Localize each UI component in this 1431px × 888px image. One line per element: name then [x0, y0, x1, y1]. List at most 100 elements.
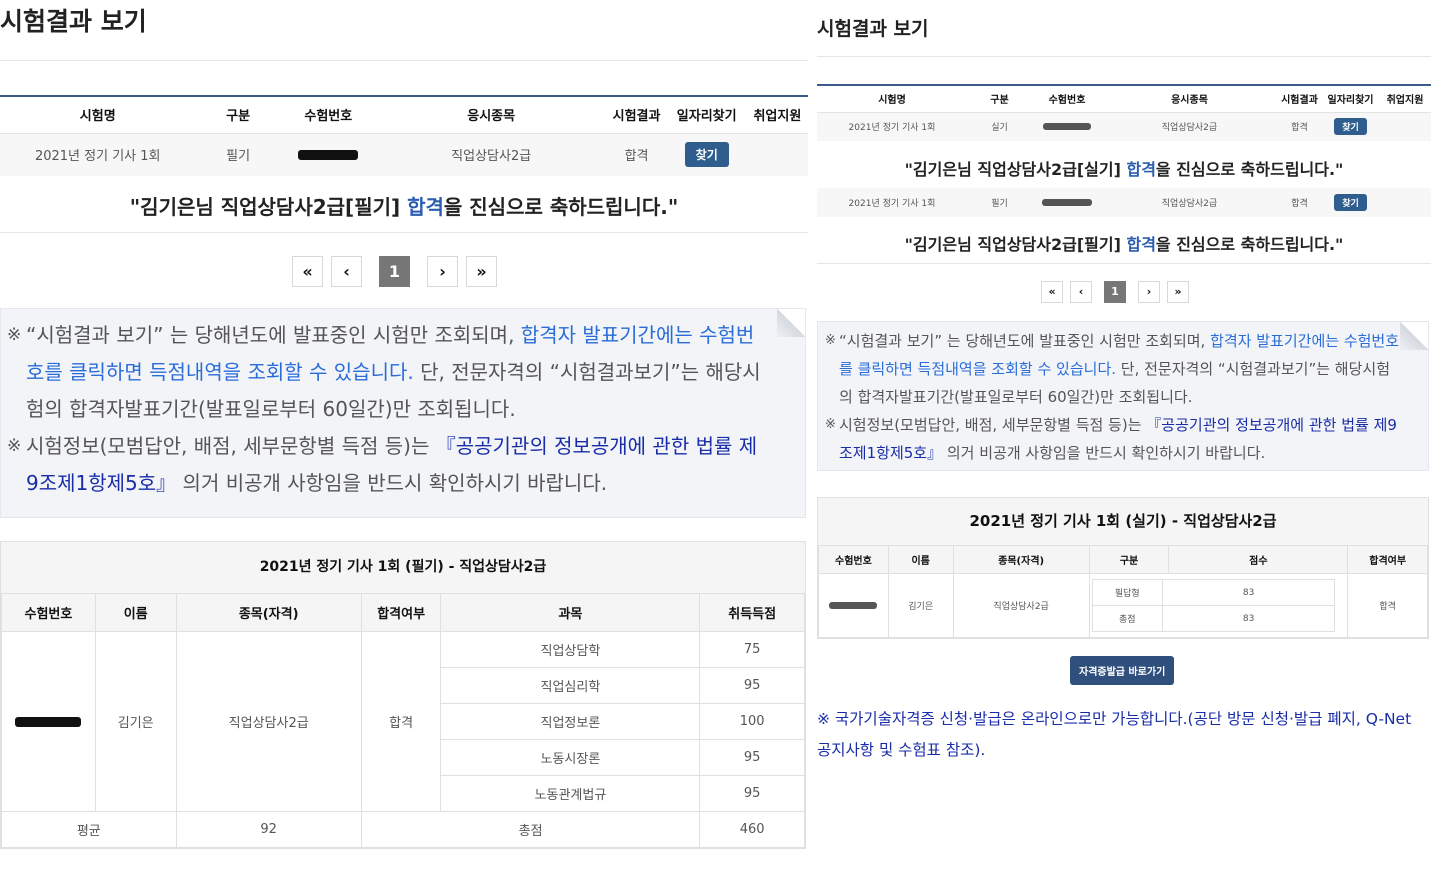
notice-item: ※ 시험정보(모범답안, 배점, 세부문항별 득점 등)는 『공공기관의 정보공개…: [825, 416, 1397, 462]
find-job-button[interactable]: 찾기: [1334, 194, 1367, 211]
header-exam-number: 수험번호: [1032, 85, 1102, 113]
score-table: 수험번호 이름 종목(자격) 합격여부 과목 취득득점 김기은 직업상담사2급 …: [1, 593, 805, 848]
congrats-message: "김기은님 직업상담사2급[필기] 합격을 진심으로 축하드립니다.": [904, 235, 1344, 254]
score-table: 수험번호 이름 종목(자격) 구분 점수 합격여부 김기은 직업상담사2급 필답…: [818, 545, 1428, 638]
exam-result: 합격: [606, 133, 667, 176]
exam-number-link[interactable]: [1032, 188, 1102, 217]
header-job-support: 취업지원: [1379, 85, 1431, 113]
course-name: 직업심리학: [440, 667, 701, 704]
notice-item: ※ “시험결과 보기” 는 당해년도에 발표중인 시험만 조회되며, 합격자 발표…: [825, 332, 1400, 406]
qualification: 직업상담사2급: [952, 573, 1090, 638]
exam-result: 합격: [1277, 112, 1322, 141]
score-type: 총점: [1091, 605, 1163, 632]
average-label: 평균: [1, 811, 177, 848]
header-subject: 응시종목: [375, 96, 607, 134]
next-page-button[interactable]: ›: [427, 256, 458, 287]
page-fold-icon: [1400, 322, 1428, 350]
header-pass: 합격여부: [360, 593, 442, 632]
course-score: 95: [699, 775, 805, 812]
prev-page-button[interactable]: ‹: [1070, 281, 1092, 303]
header-result: 시험결과: [606, 96, 667, 134]
header-type: 구분: [195, 96, 281, 134]
header-course: 과목: [440, 593, 701, 632]
header-qualification: 종목(자격): [952, 545, 1090, 574]
header-exam-name: 시험명: [0, 96, 196, 134]
course-name: 직업상담학: [440, 631, 701, 668]
header-type: 구분: [967, 85, 1032, 113]
header-exam-number: 수험번호: [1, 593, 96, 632]
pagination: « ‹ 1 › »: [292, 256, 505, 287]
candidate-name: 김기은: [887, 573, 954, 638]
course-score: 75: [699, 631, 805, 668]
page-title: 시험결과 보기: [817, 18, 929, 40]
exam-result-table: 시험명 구분 수험번호 응시종목 시험결과 일자리찾기 취업지원 2021년 정…: [0, 95, 808, 176]
header-exam-name: 시험명: [817, 85, 967, 113]
redacted-number: [298, 149, 359, 160]
score-heading: 2021년 정기 기사 1회 (실기) - 직업상담사2급: [818, 498, 1428, 545]
notice-item: ※ 시험정보(모범답안, 배점, 세부문항별 득점 등)는 『공공기관의 정보공개…: [7, 434, 758, 495]
header-name: 이름: [887, 545, 954, 574]
divider: [0, 60, 808, 61]
exam-number: [1, 631, 96, 812]
header-score: 점수: [1168, 545, 1349, 574]
course-name: 노동시장론: [440, 739, 701, 776]
header-job-support: 취업지원: [746, 96, 808, 134]
header-exam-number: 수험번호: [818, 545, 889, 574]
header-score: 취득득점: [699, 593, 805, 632]
exam-result-table: 2021년 정기 기사 1회 필기 직업상담사2급 합격 찾기: [817, 188, 1431, 217]
first-page-button[interactable]: «: [1041, 281, 1063, 303]
divider: [817, 263, 1431, 264]
divider: [0, 232, 808, 233]
table-row: 2021년 정기 기사 1회 필기 직업상담사2급 합격 찾기: [0, 133, 808, 176]
qnet-notice: ※ 국가기술자격증 신청·발급은 온라인으로만 가능합니다.(공단 방문 신청·…: [817, 710, 1412, 759]
score-value: 83: [1161, 579, 1336, 606]
exam-name: 2021년 정기 기사 1회: [817, 112, 967, 141]
score-breakdown: 필답형 83 총점 83: [1091, 579, 1336, 632]
congrats-message: "김기은님 직업상담사2급[필기] 합격을 진심으로 축하드립니다.": [129, 195, 679, 219]
exam-number: [818, 573, 889, 638]
exam-subject: 직업상담사2급: [375, 133, 607, 176]
header-name: 이름: [94, 593, 177, 632]
course-name: 직업정보론: [440, 703, 701, 740]
exam-subject: 직업상담사2급: [1102, 188, 1277, 217]
redacted-number: [15, 716, 82, 727]
exam-result-table: 시험명 구분 수험번호 응시종목 시험결과 일자리찾기 취업지원 2021년 정…: [817, 84, 1431, 141]
table-row: 2021년 정기 기사 1회 필기 직업상담사2급 합격 찾기: [817, 188, 1431, 217]
last-page-button[interactable]: »: [1167, 281, 1189, 303]
header-job-search: 일자리찾기: [1322, 85, 1379, 113]
pass-status: 합격: [1347, 573, 1428, 638]
table-row: 필답형 83: [1091, 579, 1336, 606]
header-job-search: 일자리찾기: [666, 96, 747, 134]
header-exam-number: 수험번호: [280, 96, 376, 134]
exam-number-link[interactable]: [1032, 112, 1102, 141]
score-detail-box: 2021년 정기 기사 1회 (실기) - 직업상담사2급 수험번호 이름 종목…: [817, 497, 1429, 639]
header-result: 시험결과: [1277, 85, 1322, 113]
find-job-button[interactable]: 찾기: [1334, 118, 1367, 136]
exam-type: 필기: [967, 188, 1032, 217]
page-1-button[interactable]: 1: [1104, 281, 1126, 303]
average-value: 92: [175, 811, 362, 848]
right-panel: 시험결과 보기 시험명 구분 수험번호 응시종목 시험결과 일자리찾기 취업지원…: [817, 0, 1431, 888]
exam-name: 2021년 정기 기사 1회: [817, 188, 967, 217]
next-page-button[interactable]: ›: [1138, 281, 1160, 303]
certificate-issue-button[interactable]: 자격증발급 바로가기: [1070, 656, 1175, 685]
header-qualification: 종목(자격): [175, 593, 362, 632]
page-1-button[interactable]: 1: [379, 256, 410, 287]
first-page-button[interactable]: «: [292, 256, 323, 287]
course-score: 100: [699, 703, 805, 740]
total-label: 총점: [360, 811, 701, 848]
find-job-button[interactable]: 찾기: [684, 142, 729, 168]
left-panel: 시험결과 보기 시험명 구분 수험번호 응시종목 시험결과 일자리찾기 취업지원…: [0, 0, 808, 888]
exam-number-link[interactable]: [280, 133, 376, 176]
prev-page-button[interactable]: ‹: [331, 256, 362, 287]
qualification: 직업상담사2급: [175, 631, 362, 812]
course-name: 노동관계법규: [440, 775, 701, 812]
notice-item: ※ “시험결과 보기” 는 당해년도에 발표중인 시험만 조회되며, 합격자 발표…: [7, 323, 761, 421]
redacted-number: [829, 601, 878, 609]
last-page-button[interactable]: »: [466, 256, 497, 287]
header-type: 구분: [1088, 545, 1170, 574]
table-row: 평균 92 총점 460: [1, 811, 805, 848]
exam-type: 필기: [195, 133, 281, 176]
notice-box: ※ “시험결과 보기” 는 당해년도에 발표중인 시험만 조회되며, 합격자 발표…: [0, 308, 806, 518]
pagination: « ‹ 1 › »: [1041, 281, 1196, 303]
